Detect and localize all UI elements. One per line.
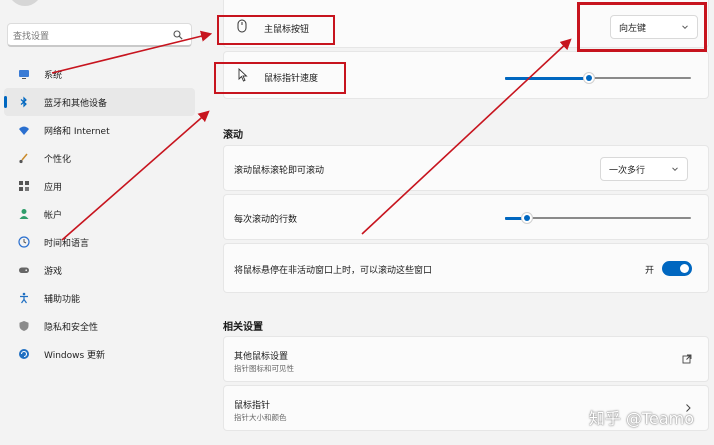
accessibility-icon — [18, 292, 30, 304]
update-icon — [18, 348, 30, 360]
scroll-lines-slider[interactable] — [505, 212, 691, 224]
sidebar-item-bluetooth[interactable]: 蓝牙和其他设备 — [4, 88, 195, 116]
search-input[interactable] — [13, 27, 163, 47]
sidebar-item-accessibility[interactable]: 辅助功能 — [4, 284, 195, 312]
sidebar-item-label: 辅助功能 — [44, 294, 81, 305]
monitor-icon — [18, 68, 30, 80]
wheel-scroll-dropdown[interactable]: 一次多行 — [600, 157, 688, 181]
annotation-box-dropdown — [577, 2, 707, 52]
sidebar-item-label: 蓝牙和其他设备 — [44, 98, 108, 109]
gamepad-icon — [18, 264, 30, 276]
sidebar-item-label: 帐户 — [44, 210, 63, 221]
annotation-box-primary-button — [217, 15, 335, 45]
sidebar: 系统 蓝牙和其他设备 网络和 Internet 个性化 应用 — [0, 0, 205, 445]
sidebar-item-label: 个性化 — [44, 154, 72, 165]
toggle-state-label: 开 — [645, 266, 655, 276]
mouse-pointer-subtitle: 指针大小和颜色 — [234, 413, 287, 422]
sidebar-item-apps[interactable]: 应用 — [4, 172, 195, 200]
sidebar-item-label: Windows 更新 — [44, 350, 106, 361]
slider-thumb[interactable] — [521, 212, 534, 224]
wheel-scroll-card: 滚动鼠标滚轮即可滚动 一次多行 — [223, 145, 709, 191]
brush-icon — [18, 152, 30, 164]
inactive-scroll-label: 将鼠标悬停在非活动窗口上时，可以滚动这些窗口 — [234, 266, 433, 276]
other-mouse-settings-subtitle: 指针图标和可见性 — [234, 364, 294, 373]
annotation-box-pointer-speed — [214, 62, 346, 94]
external-link-icon[interactable] — [682, 354, 692, 364]
slider-thumb[interactable] — [582, 72, 595, 84]
other-mouse-settings-title: 其他鼠标设置 — [234, 352, 289, 362]
sidebar-item-time-language[interactable]: 时间和语言 — [4, 228, 195, 256]
search-icon[interactable] — [173, 30, 183, 40]
apps-icon — [18, 180, 30, 192]
slider-fill — [505, 77, 589, 80]
inactive-scroll-toggle[interactable] — [662, 261, 692, 276]
scroll-lines-label: 每次滚动的行数 — [234, 215, 298, 225]
mouse-pointer-title: 鼠标指针 — [234, 401, 271, 411]
scroll-lines-card: 每次滚动的行数 — [223, 194, 709, 240]
sidebar-item-label: 时间和语言 — [44, 238, 90, 249]
wifi-icon — [18, 124, 30, 136]
related-section-title: 相关设置 — [223, 322, 263, 333]
sidebar-item-label: 隐私和安全性 — [44, 322, 99, 333]
sidebar-item-network[interactable]: 网络和 Internet — [4, 116, 195, 144]
person-icon — [18, 208, 30, 220]
wheel-scroll-value: 一次多行 — [609, 165, 646, 176]
shield-icon — [18, 320, 30, 332]
sidebar-item-label: 应用 — [44, 182, 63, 193]
sidebar-item-system[interactable]: 系统 — [4, 60, 195, 88]
sidebar-item-label: 网络和 Internet — [44, 126, 110, 137]
chevron-down-icon — [672, 167, 678, 172]
sidebar-item-gaming[interactable]: 游戏 — [4, 256, 195, 284]
scroll-section-title: 滚动 — [223, 130, 243, 141]
other-mouse-settings-card[interactable]: 其他鼠标设置 指针图标和可见性 — [223, 336, 709, 382]
sidebar-item-accounts[interactable]: 帐户 — [4, 200, 195, 228]
inactive-scroll-card: 将鼠标悬停在非活动窗口上时，可以滚动这些窗口 开 — [223, 243, 709, 293]
pointer-speed-slider[interactable] — [505, 72, 691, 84]
bluetooth-icon — [18, 96, 30, 108]
globe-clock-icon — [18, 236, 30, 248]
sidebar-item-windows-update[interactable]: Windows 更新 — [4, 340, 195, 368]
watermark: 知乎 @Teamo — [588, 409, 694, 428]
sidebar-item-label: 系统 — [44, 70, 63, 81]
sidebar-item-label: 游戏 — [44, 266, 63, 277]
wheel-scroll-label: 滚动鼠标滚轮即可滚动 — [234, 166, 325, 176]
sidebar-item-personalization[interactable]: 个性化 — [4, 144, 195, 172]
avatar[interactable] — [8, 0, 42, 6]
sidebar-nav: 系统 蓝牙和其他设备 网络和 Internet 个性化 应用 帐户 时间和语言 … — [0, 60, 205, 368]
sidebar-item-privacy[interactable]: 隐私和安全性 — [4, 312, 195, 340]
search-box[interactable] — [7, 23, 192, 47]
